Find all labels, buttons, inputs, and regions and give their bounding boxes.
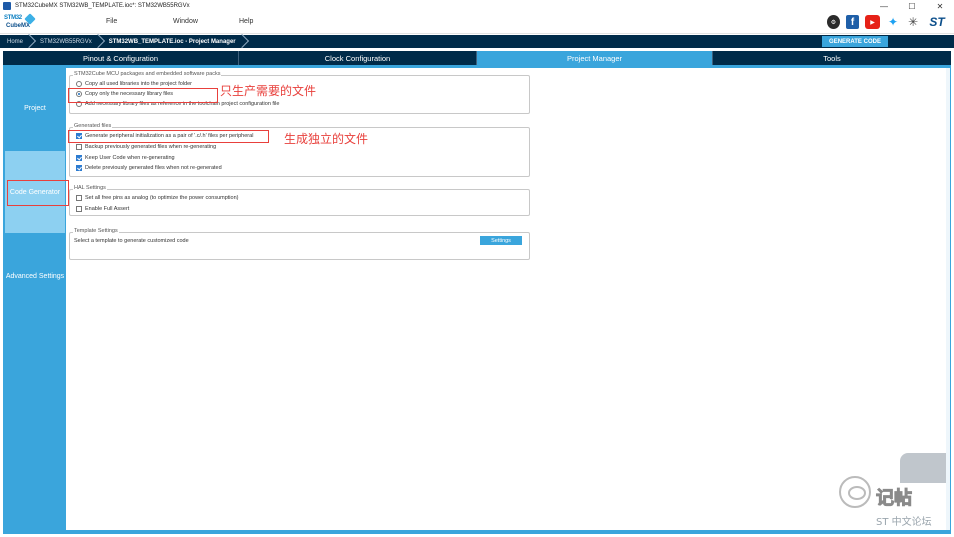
window-controls: — ☐ ✕ xyxy=(870,0,954,12)
close-icon[interactable]: ✕ xyxy=(926,0,954,12)
youtube-icon[interactable]: ▶ xyxy=(865,15,880,29)
option-full-assert[interactable]: Enable Full Assert xyxy=(76,206,129,212)
tab-project-manager[interactable]: Project Manager xyxy=(477,51,713,65)
breadcrumb-project[interactable]: STM32WB_TEMPLATE.ioc - Project Manager xyxy=(102,35,246,48)
sidebar-item-project[interactable]: Project xyxy=(5,66,65,150)
radio-button[interactable] xyxy=(76,81,82,87)
template-description: Select a template to generate customized… xyxy=(74,238,189,244)
social-links: ⚙ f ▶ ✦ ✳ ST xyxy=(827,15,948,29)
checkbox[interactable] xyxy=(76,206,82,212)
hal-settings-title: HAL Settings xyxy=(73,185,107,191)
checkbox-checked[interactable] xyxy=(76,155,82,161)
breadcrumb: Home STM32WB55RGVx STM32WB_TEMPLATE.ioc … xyxy=(0,35,954,48)
watermark-badge xyxy=(900,453,946,483)
highlight-copy-necessary xyxy=(68,88,218,103)
menu-bar: STM32 CubeMX File Window Help ⚙ f ▶ ✦ ✳ … xyxy=(0,12,954,34)
scroll-track[interactable] xyxy=(946,68,950,530)
checkbox[interactable] xyxy=(76,144,82,150)
highlight-code-generator xyxy=(7,180,69,206)
breadcrumb-home[interactable]: Home xyxy=(0,35,33,48)
watermark-subtitle: ST 中文论坛 xyxy=(876,517,932,528)
option-delete-previous[interactable]: Delete previously generated files when n… xyxy=(76,165,222,171)
minimize-icon[interactable]: — xyxy=(870,0,898,12)
title-bar: STM32CubeMX STM32WB_TEMPLATE.ioc*: STM32… xyxy=(0,0,954,12)
menu-file[interactable]: File xyxy=(106,18,117,25)
template-settings-title: Template Settings xyxy=(73,228,119,234)
maximize-icon[interactable]: ☐ xyxy=(898,0,926,12)
checkbox[interactable] xyxy=(76,195,82,201)
wechat-icon xyxy=(839,476,871,508)
twitter-icon[interactable]: ✦ xyxy=(886,15,900,29)
packs-group-title: STM32Cube MCU packages and embedded soft… xyxy=(73,71,222,77)
menu-help[interactable]: Help xyxy=(239,18,253,25)
tab-clock[interactable]: Clock Configuration xyxy=(239,51,477,65)
main-tabs: Pinout & Configuration Clock Configurati… xyxy=(3,51,951,65)
hal-settings-group: HAL Settings Set all free pins as analog… xyxy=(69,185,530,216)
annotation-note2: 生成独立的文件 xyxy=(284,132,369,146)
app-icon xyxy=(3,2,11,10)
stm32cubemx-logo: STM32 CubeMX xyxy=(4,13,36,33)
generated-files-title: Generated files xyxy=(73,123,113,129)
anniversary-icon[interactable]: ⚙ xyxy=(827,15,840,29)
option-keep-user-code[interactable]: Keep User Code when re-generating xyxy=(76,155,175,161)
template-settings-button[interactable]: Settings xyxy=(480,236,522,245)
st-logo-icon[interactable]: ST xyxy=(926,15,948,29)
sidebar-item-advanced-settings[interactable]: Advanced Settings xyxy=(5,234,65,318)
generate-code-button[interactable]: GENERATE CODE xyxy=(822,36,888,47)
facebook-icon[interactable]: f xyxy=(846,15,859,29)
tab-tools[interactable]: Tools xyxy=(713,51,951,65)
network-icon[interactable]: ✳ xyxy=(906,15,920,29)
highlight-generate-pair xyxy=(68,130,269,143)
menu-window[interactable]: Window xyxy=(173,18,198,25)
checkbox-checked[interactable] xyxy=(76,165,82,171)
template-settings-group: Template Settings Select a template to g… xyxy=(69,228,530,260)
breadcrumb-mcu[interactable]: STM32WB55RGVx xyxy=(33,35,102,48)
packs-option-copy-all[interactable]: Copy all used libraries into the project… xyxy=(76,81,192,87)
option-backup[interactable]: Backup previously generated files when r… xyxy=(76,144,216,150)
watermark-title: 记帖 xyxy=(876,488,913,510)
option-free-pins-analog[interactable]: Set all free pins as analog (to optimize… xyxy=(76,195,238,201)
window-title: STM32CubeMX STM32WB_TEMPLATE.ioc*: STM32… xyxy=(15,3,190,9)
tab-pinout[interactable]: Pinout & Configuration xyxy=(3,51,239,65)
annotation-note1: 只生产需要的文件 xyxy=(220,84,317,98)
